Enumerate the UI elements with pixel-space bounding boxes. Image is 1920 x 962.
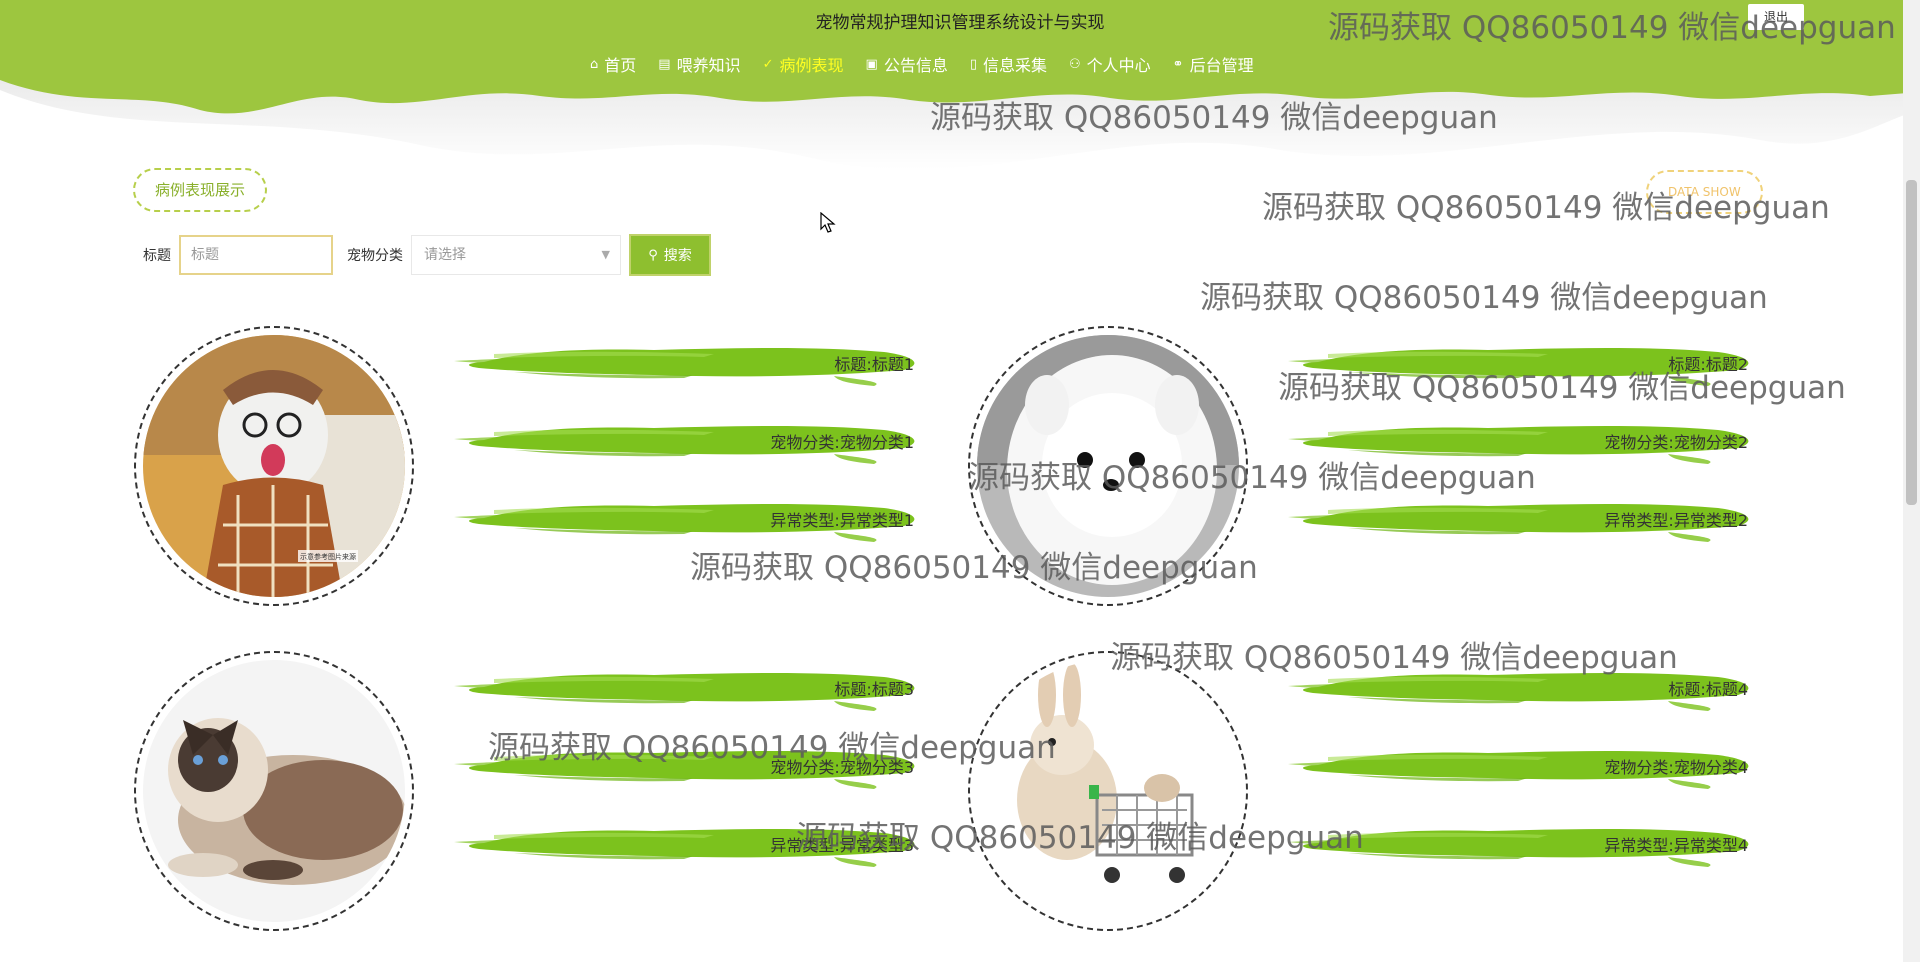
case-anomaly: 异常类型:异常类型1 (770, 511, 914, 530)
case-title-row: 标题:标题1 (454, 342, 924, 386)
search-icon: ⚲ (648, 247, 658, 263)
nav-item-announcements[interactable]: ▣ 公告信息 (866, 52, 948, 76)
case-image-frame (968, 326, 1248, 606)
case-anomaly-row: 异常类型:异常类型3 (454, 823, 924, 867)
mouse-cursor-icon (820, 212, 836, 233)
case-category-row: 宠物分类:宠物分类1 (454, 420, 924, 464)
case-title-row: 标题:标题3 (454, 667, 924, 711)
nav-label: 首页 (604, 56, 637, 75)
case-category-row: 宠物分类:宠物分类3 (454, 745, 924, 789)
photo-caption: 示意参考图片来源 (300, 552, 356, 561)
nav-item-feeding-knowledge[interactable]: ▤ 喂养知识 (658, 52, 740, 76)
nav-item-info-collection[interactable]: ▯ 信息采集 (970, 52, 1047, 76)
header: 宠物常规护理知识管理系统设计与实现 退出 ⌂ 首页 ▤ 喂养知识 ✓ 病例表现 … (0, 0, 1920, 170)
main-nav: ⌂ 首页 ▤ 喂养知识 ✓ 病例表现 ▣ 公告信息 ▯ 信息采集 ⚇ 个人中心 … (590, 52, 1254, 76)
nav-item-case-symptoms[interactable]: ✓ 病例表现 (763, 52, 844, 76)
category-select[interactable]: 请选择 ▼ (411, 235, 621, 275)
nav-label: 病例表现 (779, 56, 844, 75)
case-anomaly: 异常类型:异常类型4 (1604, 836, 1748, 855)
case-category: 宠物分类:宠物分类2 (1604, 433, 1748, 452)
case-photo-cat (143, 660, 405, 922)
logout-button[interactable]: 退出 (1748, 4, 1804, 30)
case-card-4[interactable]: 标题:标题4 宠物分类:宠物分类4 异常类型:异常类型4 (968, 651, 1768, 951)
home-icon: ⌂ (590, 56, 599, 72)
title-search-input[interactable] (179, 235, 333, 275)
document-icon: ▯ (969, 56, 977, 72)
search-button-label: 搜索 (663, 248, 692, 264)
search-button[interactable]: ⚲ 搜索 (629, 234, 711, 276)
user-icon: ⚇ (1069, 56, 1081, 72)
nav-item-personal-center[interactable]: ⚇ 个人中心 (1069, 52, 1151, 76)
case-category: 宠物分类:宠物分类4 (1604, 758, 1748, 777)
case-title: 标题:标题4 (1668, 680, 1748, 699)
case-title: 标题:标题1 (834, 355, 914, 374)
scrollbar-thumb[interactable] (1906, 180, 1917, 505)
case-anomaly-row: 异常类型:异常类型1 (454, 498, 924, 542)
section-subtitle: DATA SHOW (1646, 170, 1763, 214)
check-icon: ✓ (762, 56, 774, 72)
link-icon: ⚭ (1172, 56, 1184, 72)
category-filter-label: 宠物分类 (347, 248, 403, 264)
case-title-row: 标题:标题4 (1288, 667, 1758, 711)
case-image-frame (968, 651, 1248, 931)
nav-label: 喂养知识 (676, 56, 741, 75)
case-card-1[interactable]: 示意参考图片来源 标题:标题1 宠物分类:宠物分类1 异常类型:异常类型1 (134, 326, 934, 626)
case-category-row: 宠物分类:宠物分类4 (1288, 745, 1758, 789)
case-category: 宠物分类:宠物分类1 (770, 433, 914, 452)
case-photo-pomeranian (977, 335, 1239, 597)
case-anomaly: 异常类型:异常类型2 (1604, 511, 1748, 530)
case-image-frame: 示意参考图片来源 (134, 326, 414, 606)
clipboard-icon: ▣ (865, 56, 878, 72)
page-scrollbar[interactable] (1903, 0, 1920, 962)
case-image-frame (134, 651, 414, 931)
nav-label: 公告信息 (883, 56, 948, 75)
case-anomaly-row: 异常类型:异常类型4 (1288, 823, 1758, 867)
watermark-text: 源码获取 QQ86050149 微信deepguan (1200, 280, 1768, 316)
case-photo-rabbit (977, 660, 1239, 922)
case-anomaly: 异常类型:异常类型3 (770, 836, 914, 855)
book-icon: ▤ (658, 56, 671, 72)
category-select-value: 请选择 (424, 247, 466, 263)
site-title: 宠物常规护理知识管理系统设计与实现 (815, 13, 1105, 33)
case-title-row: 标题:标题2 (1288, 342, 1758, 386)
title-filter-label: 标题 (143, 248, 171, 264)
case-card-2[interactable]: 标题:标题2 宠物分类:宠物分类2 异常类型:异常类型2 (968, 326, 1768, 626)
nav-label: 个人中心 (1086, 56, 1151, 75)
case-title: 标题:标题2 (1668, 355, 1748, 374)
nav-item-home[interactable]: ⌂ 首页 (590, 52, 636, 76)
case-category: 宠物分类:宠物分类3 (770, 758, 914, 777)
case-title: 标题:标题3 (834, 680, 914, 699)
chevron-down-icon: ▼ (601, 248, 610, 261)
case-category-row: 宠物分类:宠物分类2 (1288, 420, 1758, 464)
search-bar: 标题 宠物分类 请选择 ▼ ⚲ 搜索 (143, 234, 711, 276)
nav-label: 信息采集 (982, 56, 1047, 75)
case-photo-dog: 示意参考图片来源 (143, 335, 405, 597)
case-card-3[interactable]: 标题:标题3 宠物分类:宠物分类3 异常类型:异常类型3 (134, 651, 934, 951)
case-anomaly-row: 异常类型:异常类型2 (1288, 498, 1758, 542)
nav-label: 后台管理 (1189, 56, 1254, 75)
nav-item-admin[interactable]: ⚭ 后台管理 (1173, 52, 1254, 76)
section-title: 病例表现展示 (133, 168, 268, 212)
